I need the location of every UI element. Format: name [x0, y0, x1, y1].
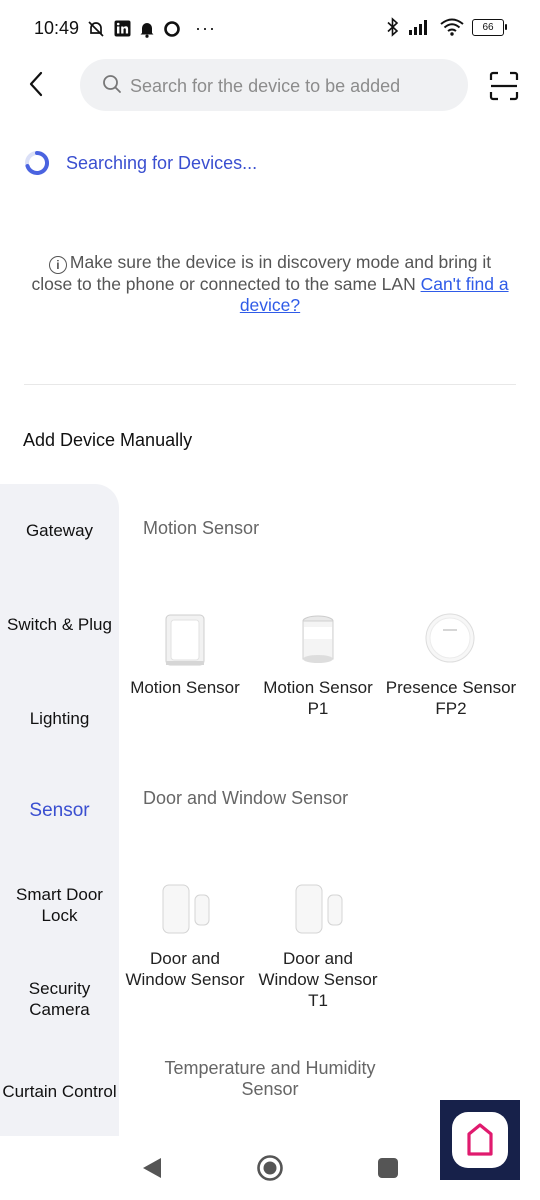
section-title-temperature-humidity-sensor: Temperature and Humidity Sensor: [164, 1058, 376, 1099]
device-name: Door and Window Sensor T1: [258, 949, 378, 1010]
section-title-door-window-sensor: Door and Window Sensor: [143, 788, 349, 808]
wifi-icon: [440, 18, 464, 36]
top-bar: [0, 56, 540, 116]
door-window-sensor-t1-image: [252, 882, 384, 942]
device-name: Presence Sensor FP2: [385, 678, 517, 718]
sidebar-item-sensor[interactable]: Sensor: [0, 800, 119, 821]
battery-icon: 66: [472, 18, 507, 36]
device-name: Motion Sensor P1: [263, 678, 373, 718]
info-icon: i: [48, 256, 67, 274]
sidebar-item-curtain-control[interactable]: Curtain Control: [0, 1081, 119, 1102]
device-name: Door and Window Sensor: [125, 949, 245, 989]
system-icons: 66: [386, 17, 507, 37]
device-door-window-sensor[interactable]: Door and Window Sensor: [119, 882, 251, 990]
device-list: Motion Sensor Motion Sensor Motion Senso…: [119, 484, 540, 1136]
device-motion-sensor-p1[interactable]: Motion Sensor P1: [252, 611, 384, 719]
divider: [24, 384, 516, 385]
searching-text: Searching for Devices...: [66, 152, 258, 173]
search-bar[interactable]: [80, 59, 468, 113]
nav-recents-icon[interactable]: [377, 1157, 399, 1179]
signal-icon: [409, 20, 427, 35]
motion-sensor-image: [119, 611, 251, 671]
scan-icon[interactable]: [488, 70, 520, 102]
discovery-hint: i Make sure the device is in discovery mo…: [30, 252, 510, 316]
sidebar-item-lighting[interactable]: Lighting: [0, 708, 119, 729]
device-motion-sensor[interactable]: Motion Sensor: [119, 611, 251, 698]
home-app-icon: [452, 1112, 508, 1168]
searching-status: Searching for Devices...: [24, 150, 257, 176]
category-sidebar: Gateway Switch & Plug Lighting Sensor Sm…: [0, 484, 119, 1136]
presence-sensor-fp2-image: [385, 611, 517, 671]
circle-icon: [164, 20, 180, 37]
motion-sensor-p1-image: [252, 611, 384, 671]
search-icon: [103, 75, 121, 93]
sidebar-item-security-camera[interactable]: Security Camera: [0, 978, 119, 1020]
sidebar-item-gateway[interactable]: Gateway: [0, 520, 119, 541]
floating-app-shortcut[interactable]: [440, 1100, 520, 1180]
device-presence-sensor-fp2[interactable]: Presence Sensor FP2: [385, 611, 517, 719]
sidebar-item-switch-plug[interactable]: Switch & Plug: [0, 614, 119, 635]
loading-spinner-icon: [25, 150, 50, 175]
linkedin-icon: [114, 20, 131, 37]
add-device-manually-title: Add Device Manually: [23, 430, 193, 450]
muted-bell-icon: [88, 20, 104, 37]
door-window-sensor-image: [119, 882, 251, 942]
status-bar: 10:49 ··· 66: [0, 0, 540, 56]
nav-back-icon[interactable]: [141, 1156, 163, 1180]
battery-level: 66: [482, 21, 494, 33]
back-button[interactable]: [22, 68, 50, 100]
section-title-motion-sensor: Motion Sensor: [143, 518, 260, 538]
status-time: 10:49: [34, 18, 80, 38]
notification-icons: ···: [86, 18, 216, 39]
search-input[interactable]: [128, 59, 462, 113]
device-door-window-sensor-t1[interactable]: Door and Window Sensor T1: [252, 882, 384, 1011]
bluetooth-icon: [387, 17, 399, 37]
nav-home-icon[interactable]: [256, 1154, 284, 1182]
house-icon: [467, 1123, 493, 1156]
sidebar-item-smart-door-lock[interactable]: Smart Door Lock: [0, 884, 119, 926]
back-arrow-icon: [29, 71, 43, 97]
device-name: Motion Sensor: [130, 678, 240, 697]
more-dots: ···: [195, 18, 216, 38]
bell-icon: [140, 22, 154, 38]
